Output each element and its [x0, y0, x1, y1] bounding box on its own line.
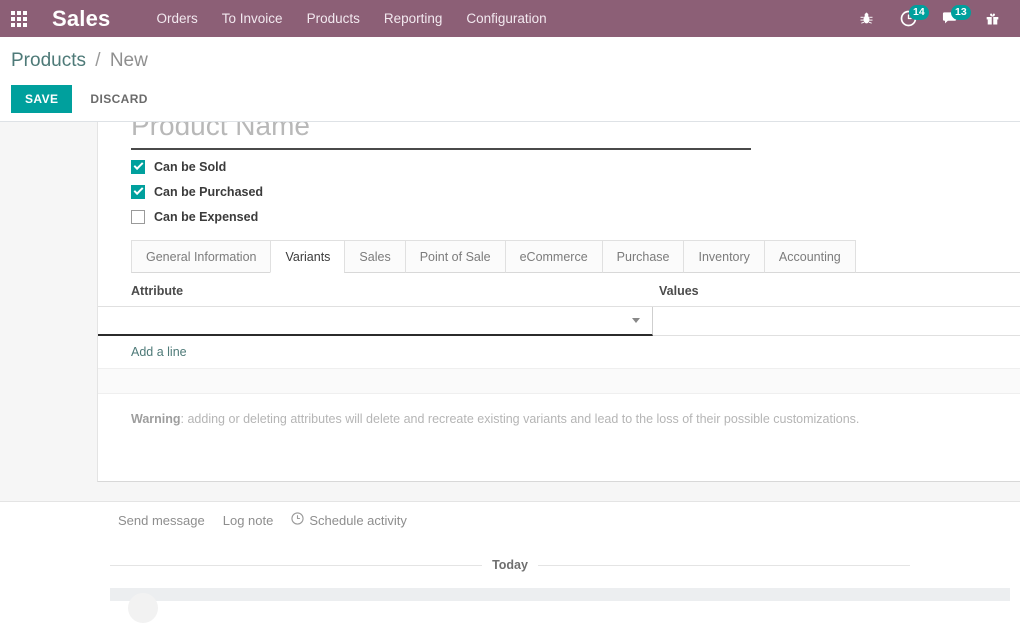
add-a-line-row: Add a line [98, 336, 1020, 368]
checkbox-can-be-sold[interactable] [131, 160, 145, 174]
checkbox-label-can-be-purchased[interactable]: Can be Purchased [154, 185, 263, 199]
attributes-list-header: Attribute Values [98, 276, 1020, 307]
checkbox-can-be-purchased[interactable] [131, 185, 145, 199]
messages-chat-icon[interactable]: 13 [930, 0, 970, 37]
clock-icon [291, 512, 304, 528]
bug-icon[interactable] [846, 0, 886, 37]
variants-warning-text: : adding or deleting attributes will del… [181, 412, 860, 426]
product-form-sheet: Can be Sold Can be Purchased Can be Expe… [97, 122, 1020, 482]
day-divider-line-right [538, 565, 910, 566]
navbar-right-icons: 14 13 [846, 0, 1020, 37]
tab-purchase[interactable]: Purchase [602, 240, 685, 273]
activity-clock-icon[interactable]: 14 [888, 0, 928, 37]
apps-grid-icon[interactable] [0, 0, 38, 37]
avatar [128, 593, 158, 623]
breadcrumb-separator: / [95, 50, 100, 71]
chevron-down-icon[interactable] [628, 307, 644, 334]
main-menu: Orders To Invoice Products Reporting Con… [145, 0, 559, 37]
cell-attribute[interactable] [98, 307, 653, 336]
menu-item-reporting[interactable]: Reporting [372, 0, 455, 37]
menu-item-orders[interactable]: Orders [145, 0, 210, 37]
day-divider-label: Today [492, 558, 528, 572]
menu-item-to-invoice[interactable]: To Invoice [210, 0, 295, 37]
column-header-attribute: Attribute [131, 284, 183, 298]
breadcrumb-products[interactable]: Products [11, 50, 86, 71]
apps-grid-glyph [11, 11, 27, 27]
schedule-activity-label: Schedule activity [309, 513, 407, 528]
tab-variants[interactable]: Variants [270, 240, 345, 273]
save-button[interactable]: SAVE [11, 85, 72, 113]
checkbox-row-can-be-sold[interactable]: Can be Sold [131, 154, 263, 179]
breadcrumb-current: New [110, 50, 148, 71]
day-divider-line-left [110, 565, 482, 566]
product-flags-group: Can be Sold Can be Purchased Can be Expe… [131, 154, 263, 229]
cell-values[interactable] [653, 307, 1020, 336]
top-navbar: Sales Orders To Invoice Products Reporti… [0, 0, 1020, 37]
tab-point-of-sale[interactable]: Point of Sale [405, 240, 506, 273]
discard-button[interactable]: DISCARD [78, 85, 159, 113]
add-a-line-button[interactable]: Add a line [131, 345, 187, 359]
column-header-values-cell: Values [653, 276, 1020, 306]
checkbox-row-can-be-purchased[interactable]: Can be Purchased [131, 179, 263, 204]
form-action-buttons: SAVE DISCARD [11, 85, 160, 113]
variants-warning: Warning: adding or deleting attributes w… [98, 410, 1020, 428]
tab-accounting[interactable]: Accounting [764, 240, 856, 273]
attribute-dropdown-input[interactable] [98, 307, 652, 334]
log-note-button[interactable]: Log note [223, 513, 274, 528]
column-header-values: Values [659, 284, 699, 298]
notebook-tabs: General Information Variants Sales Point… [131, 240, 1020, 273]
send-message-button[interactable]: Send message [118, 513, 205, 528]
tab-sales[interactable]: Sales [344, 240, 405, 273]
tab-general-information[interactable]: General Information [131, 240, 271, 273]
tab-ecommerce[interactable]: eCommerce [505, 240, 603, 273]
tab-inventory[interactable]: Inventory [683, 240, 764, 273]
product-name-input[interactable] [131, 122, 751, 150]
breadcrumb: Products / New [11, 48, 148, 74]
attributes-list-footer [98, 368, 1020, 394]
chatter-actions: Send message Log note Schedule activity [118, 512, 407, 528]
attributes-list: Attribute Values Add a line [98, 276, 1020, 394]
menu-item-configuration[interactable]: Configuration [454, 0, 558, 37]
gift-icon[interactable] [972, 0, 1012, 37]
schedule-activity-button[interactable]: Schedule activity [291, 512, 407, 528]
day-divider: Today [110, 558, 910, 572]
menu-item-products[interactable]: Products [295, 0, 372, 37]
variants-warning-prefix: Warning [131, 412, 181, 426]
messages-count-badge: 13 [951, 5, 971, 20]
chatter-separator [0, 490, 1020, 502]
product-name-field-wrap [131, 122, 751, 150]
checkbox-label-can-be-sold[interactable]: Can be Sold [154, 160, 226, 174]
column-header-attribute-cell: Attribute [98, 276, 653, 306]
activity-count-badge: 14 [909, 5, 929, 20]
checkbox-row-can-be-expensed[interactable]: Can be Expensed [131, 204, 263, 229]
control-panel: Products / New SAVE DISCARD [0, 37, 1020, 122]
table-row[interactable] [98, 307, 1020, 336]
checkbox-can-be-expensed[interactable] [131, 210, 145, 224]
app-brand-sales[interactable]: Sales [52, 8, 111, 30]
chatter-panel: Send message Log note Schedule activity … [0, 503, 1020, 601]
message-item-partial [110, 588, 1010, 601]
checkbox-label-can-be-expensed[interactable]: Can be Expensed [154, 210, 258, 224]
